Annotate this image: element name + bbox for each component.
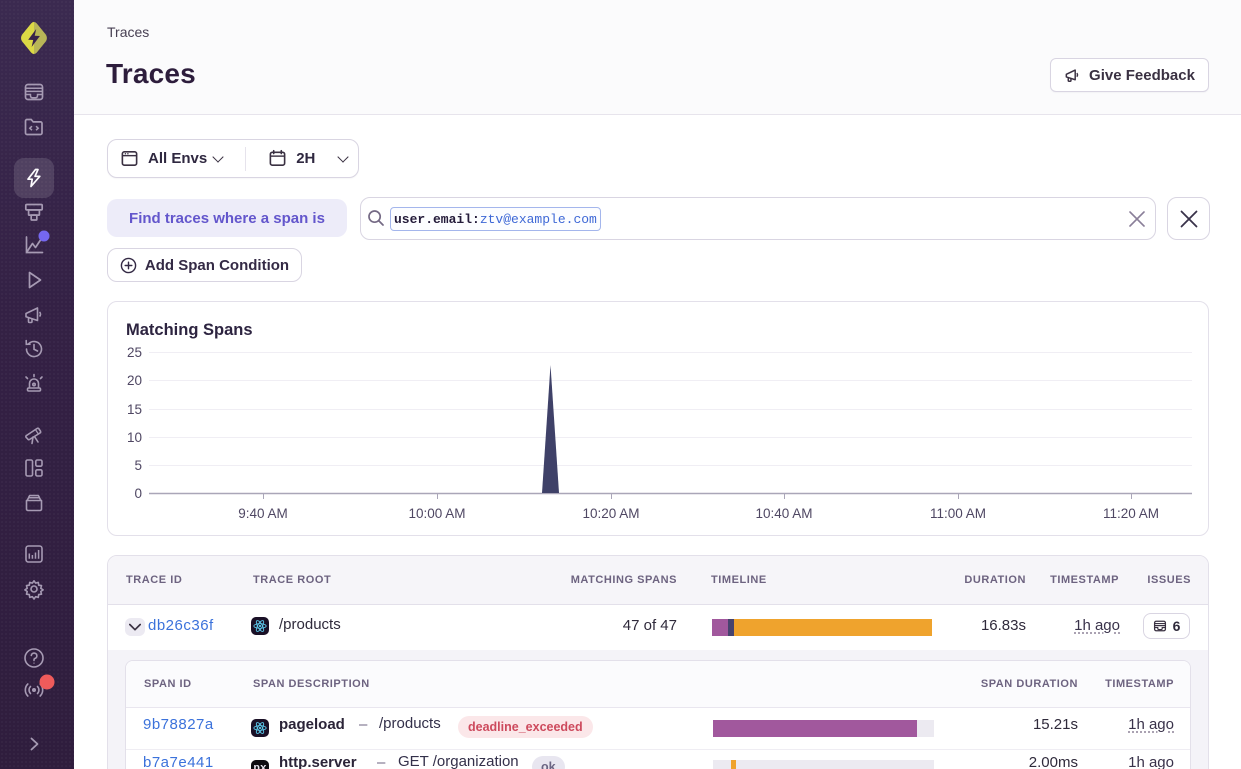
- svg-text:10: 10: [127, 430, 142, 445]
- svg-text:9:40 AM: 9:40 AM: [238, 506, 288, 521]
- svg-text:20: 20: [127, 373, 142, 388]
- svg-text:10:20 AM: 10:20 AM: [582, 506, 639, 521]
- svg-text:11:00 AM: 11:00 AM: [930, 506, 986, 521]
- svg-text:15: 15: [127, 402, 142, 417]
- svg-text:5: 5: [134, 458, 142, 473]
- svg-text:10:00 AM: 10:00 AM: [408, 506, 465, 521]
- svg-text:25: 25: [127, 345, 142, 360]
- svg-text:0: 0: [134, 486, 142, 501]
- svg-text:10:40 AM: 10:40 AM: [755, 506, 812, 521]
- svg-text:11:20 AM: 11:20 AM: [1103, 506, 1159, 521]
